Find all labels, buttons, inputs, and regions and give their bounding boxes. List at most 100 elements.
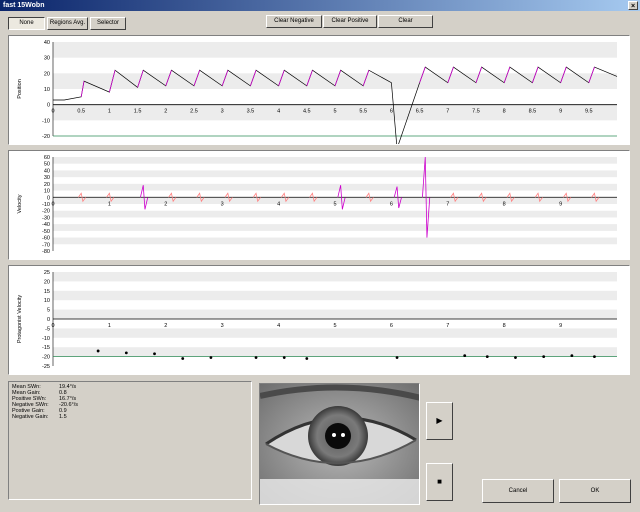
protagonist-velocity-chart-panel[interactable]: 25 20 15 10 5 0 -5 -10 -15 -20 -25 0 1 2 3 4 5 6 7 8 9 Protag… — [8, 265, 630, 375]
grid-band — [53, 224, 617, 231]
data-point — [395, 356, 399, 359]
play-icon: ▶ — [436, 416, 443, 425]
x-tick-label: 9 — [559, 109, 562, 115]
grid-band — [53, 328, 617, 338]
x-tick-label: 4 — [277, 323, 280, 329]
y-tick-label: 0 — [47, 103, 50, 109]
x-tick-label: 0 — [51, 109, 54, 115]
x-tick-label: 3 — [221, 201, 224, 207]
x-tick-label: 3 — [221, 323, 224, 329]
x-tick-label: 4.5 — [303, 109, 311, 115]
play-button[interactable]: ▶ — [426, 402, 453, 440]
x-tick-label: 4 — [277, 201, 280, 207]
data-point — [96, 349, 100, 353]
grid-band — [53, 42, 617, 58]
y-axis-label: Position — [17, 79, 23, 99]
x-tick-label: 1 — [108, 109, 111, 115]
cancel-button[interactable]: Cancel — [482, 479, 554, 503]
y-tick-label: 10 — [44, 298, 50, 304]
x-tick-label: 7.5 — [472, 109, 480, 115]
y-tick-label: 25 — [44, 270, 50, 276]
y-tick-label: -10 — [42, 202, 50, 208]
y-tick-label: -70 — [42, 242, 50, 248]
x-tick-label: 1.5 — [134, 109, 142, 115]
mode-selector-button[interactable]: Selector — [90, 17, 126, 30]
y-tick-label: -10 — [42, 336, 50, 342]
y-tick-label: -50 — [42, 229, 50, 235]
data-point — [542, 355, 546, 358]
data-point — [209, 356, 213, 359]
velocity-chart-panel[interactable]: 60 50 40 30 20 10 0 -10 -20 -30 -40 -50 -60 -70 -80 0 1 2… — [8, 150, 630, 260]
protagonist-velocity-chart: 2520151050-5-10-15-20-250 1 2 3 4 5 6 7 8 9Protag… — [17, 270, 617, 370]
y-tick-label: -25 — [42, 364, 50, 370]
y-tick-label: 0 — [47, 317, 50, 323]
y-tick-label: 0 — [47, 195, 50, 201]
x-tick-label: 5 — [333, 201, 336, 207]
y-tick-label: -10 — [42, 118, 50, 124]
eye-image — [259, 383, 420, 505]
y-tick-label: 10 — [44, 87, 50, 93]
x-tick-label: 9.5 — [585, 109, 593, 115]
position-chart-panel[interactable]: 40 30 20 10 0 -10 -20 0 0.5 1 1.5 2 2.5 3 3.5 4 4.5 5 5.5 6… — [8, 35, 630, 145]
clear-positive-button[interactable]: Clear Positive — [323, 15, 377, 28]
x-tick-label: 5 — [333, 323, 336, 329]
x-tick-label: 3.5 — [247, 109, 255, 115]
window-title: fast 15Wobn — [3, 2, 45, 9]
data-point — [570, 354, 574, 358]
y-tick-label: 20 — [44, 279, 50, 285]
y-axis-label: Velocity — [17, 194, 23, 213]
mode-regions-avg-button[interactable]: Regions Avg. — [47, 17, 88, 30]
x-tick-label: 7 — [446, 109, 449, 115]
grid-band — [53, 272, 617, 282]
clear-button[interactable]: Clear — [378, 15, 433, 28]
x-tick-label: 8 — [503, 323, 506, 329]
data-point — [305, 357, 309, 360]
grid-band — [53, 290, 617, 301]
data-point — [593, 355, 596, 358]
grid-band — [53, 309, 617, 319]
x-tick-label: 6 — [390, 109, 393, 115]
clear-negative-button[interactable]: Clear Negative — [266, 15, 322, 28]
data-point — [254, 356, 258, 359]
x-tick-label: 0.5 — [77, 109, 85, 115]
x-tick-label: 8 — [503, 201, 506, 207]
y-tick-label: 30 — [44, 56, 50, 62]
x-tick-label: 1 — [108, 323, 111, 329]
mode-none-button[interactable]: None — [8, 17, 45, 30]
y-tick-label: 40 — [44, 40, 50, 46]
x-tick-label: 6 — [390, 201, 393, 207]
stop-button[interactable]: ■ — [426, 463, 453, 501]
close-icon[interactable]: × — [628, 1, 638, 10]
y-tick-label: -40 — [42, 222, 50, 228]
grid-band — [53, 347, 617, 357]
x-tick-label: 6 — [390, 323, 393, 329]
data-point — [124, 351, 128, 355]
ok-button[interactable]: OK — [559, 479, 631, 503]
x-tick-label: 0 — [51, 323, 54, 329]
data-point — [514, 356, 517, 359]
y-axis-label: Protagonist Velocity — [17, 295, 23, 344]
data-point — [153, 352, 156, 356]
x-tick-label: 2 — [164, 109, 167, 115]
x-tick-label: 5.5 — [359, 109, 367, 115]
y-tick-label: -30 — [42, 215, 50, 221]
x-tick-label: 6.5 — [416, 109, 424, 115]
y-tick-label: -15 — [42, 345, 50, 351]
x-tick-label: 9 — [559, 323, 562, 329]
x-tick-label: 3 — [221, 109, 224, 115]
y-tick-label: 60 — [44, 155, 50, 161]
y-tick-label: 20 — [44, 71, 50, 77]
velocity-chart: 6050403020100-10-20-30-40-50-60-70-80 0 1 2… — [17, 155, 617, 255]
grid-band — [53, 210, 617, 218]
data-point — [282, 356, 286, 359]
window-titlebar: fast 15Wobn × — [0, 0, 640, 11]
data-point — [181, 357, 185, 360]
x-tick-label: 2.5 — [190, 109, 198, 115]
grid-band — [53, 183, 617, 191]
grid-band — [53, 157, 617, 164]
x-tick-label: 5 — [333, 109, 336, 115]
y-tick-label: 10 — [44, 189, 50, 195]
data-point — [463, 354, 467, 358]
y-tick-label: 40 — [44, 168, 50, 174]
data-point — [485, 355, 489, 358]
